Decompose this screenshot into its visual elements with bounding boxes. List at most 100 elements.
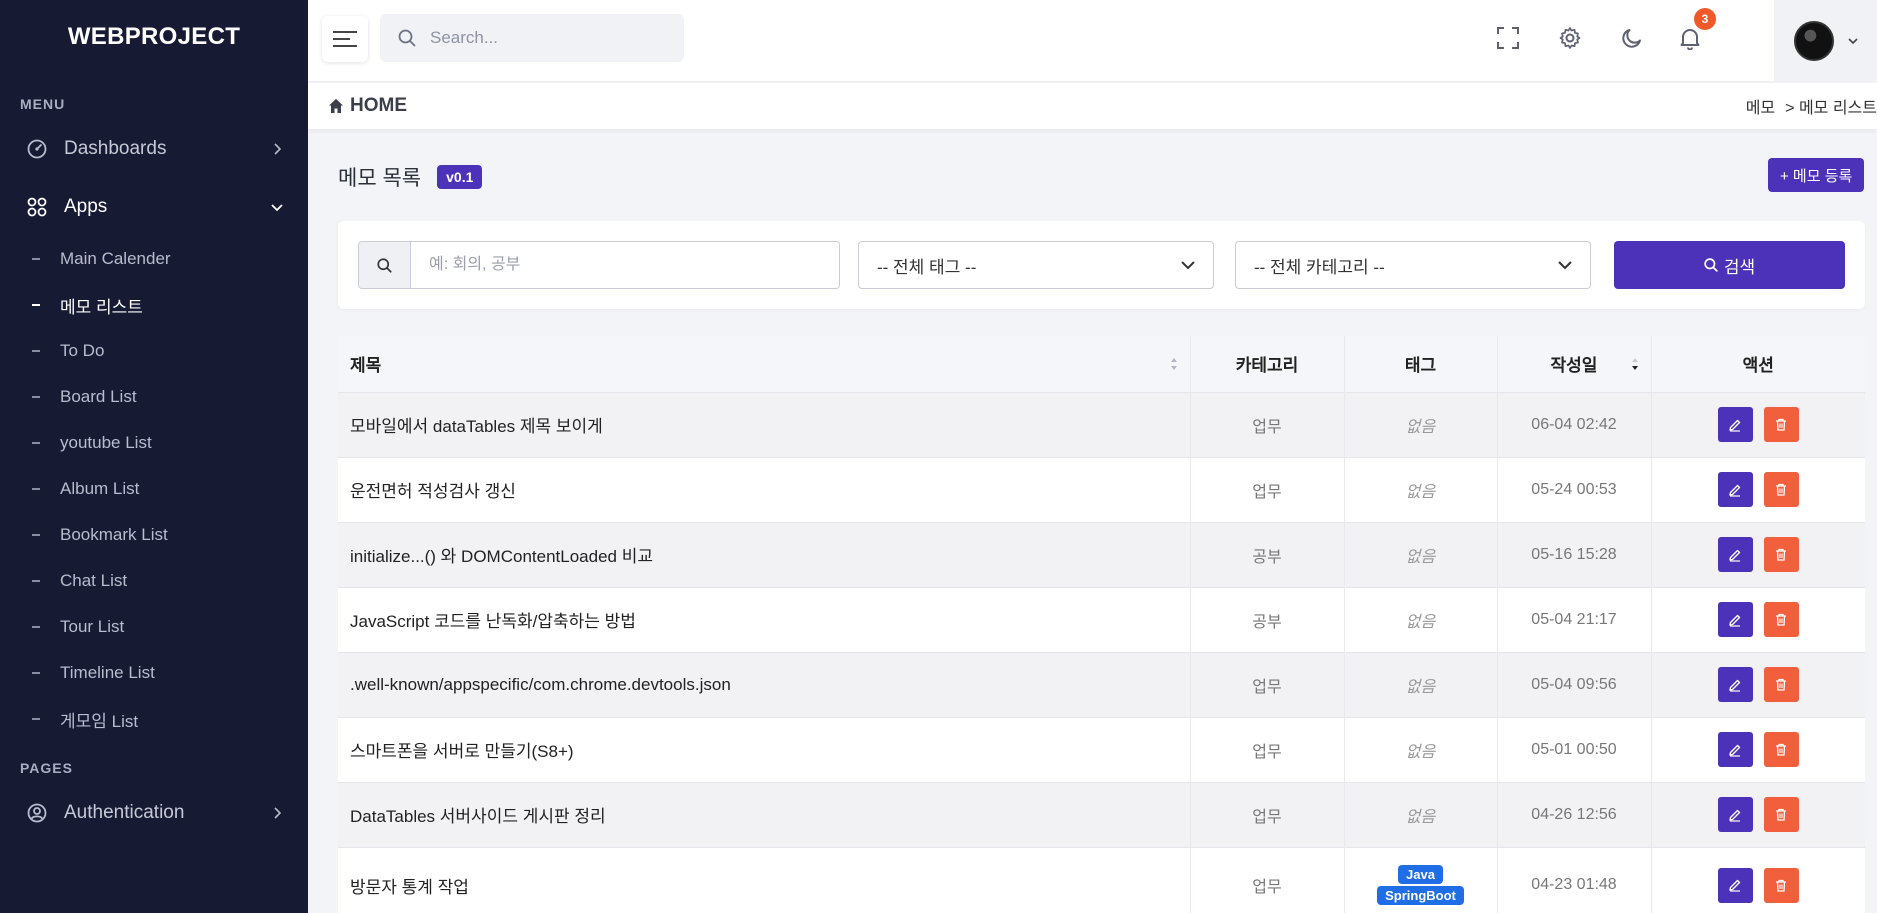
table-row[interactable]: 운전면허 적성검사 갱신 업무 없음 05-24 00:53 (338, 456, 1865, 522)
cell-category: 업무 (1190, 391, 1345, 457)
sidebar-subitem-bookmark-list[interactable]: Bookmark List (0, 512, 308, 558)
edit-button[interactable] (1717, 732, 1753, 767)
chevron-down-icon (1847, 38, 1858, 45)
tag-select[interactable]: -- 전체 태그 -- (858, 241, 1214, 289)
cell-tag: 없음 (1344, 781, 1498, 847)
header-search-input[interactable] (430, 28, 670, 48)
table-row[interactable]: JavaScript 코드를 난독화/압축하는 방법 공부 없음 05-04 21:1… (338, 586, 1865, 652)
delete-button[interactable] (1763, 537, 1799, 572)
keyword-search-group (358, 241, 840, 289)
cell-tag: 없음 (1344, 456, 1498, 522)
column-header-title[interactable]: 제목 (338, 336, 1191, 392)
sidebar-subitem-memo-list[interactable]: 메모 리스트 (0, 282, 308, 328)
cell-tag: 없음 (1344, 586, 1498, 652)
sidebar-subitem-label: Tour List (60, 617, 125, 636)
edit-button[interactable] (1717, 867, 1753, 903)
dashboard-gauge-icon (26, 138, 48, 160)
column-header-label: 액션 (1742, 356, 1774, 376)
sidebar-subitem-tour-list[interactable]: Tour List (0, 604, 308, 650)
table-row[interactable]: .well-known/appspecific/com.chrome.devto… (338, 651, 1865, 717)
notification-count-badge: 3 (1694, 8, 1716, 30)
table-row[interactable]: 모바일에서 dataTables 제목 보이게 업무 없음 06-04 02:42 (338, 391, 1865, 457)
pencil-icon (1718, 667, 1753, 702)
sidebar-subitem-youtube-list[interactable]: youtube List (0, 420, 308, 466)
home-link[interactable]: HOME (328, 95, 407, 117)
brand-logo[interactable]: WEBPROJECT (0, 0, 308, 74)
delete-button[interactable] (1763, 472, 1799, 507)
chevron-right-icon (270, 142, 284, 156)
table-row[interactable]: DataTables 서버사이드 게시판 정리 업무 없음 04-26 12:56 (338, 781, 1865, 847)
profile-menu[interactable] (1774, 0, 1877, 82)
sidebar-item-apps[interactable]: Apps (0, 178, 308, 236)
cell-date: 05-04 21:17 (1497, 586, 1652, 652)
cell-title[interactable]: 방문자 통계 작업 (338, 846, 1191, 913)
sidebar-subitem-group-list[interactable]: 게모임 List (0, 696, 308, 742)
dash-icon (32, 626, 40, 628)
cell-title[interactable]: 운전면허 적성검사 갱신 (338, 456, 1191, 522)
main-content: 메모 목록 v0.1 + 메모 등록 -- 전체 태그 -- -- 전체 카테고… (308, 129, 1877, 913)
tag-badge[interactable]: SpringBoot (1377, 886, 1464, 906)
fullscreen-button[interactable] (1488, 18, 1528, 58)
sidebar-subitem-todo[interactable]: To Do (0, 328, 308, 374)
delete-button[interactable] (1763, 797, 1799, 832)
sidebar-subitem-label: 메모 리스트 (60, 297, 143, 317)
sidebar-subitem-label: Album List (60, 479, 140, 498)
sidebar-subitem-timeline-list[interactable]: Timeline List (0, 650, 308, 696)
dash-icon (32, 718, 40, 720)
cell-actions (1651, 391, 1865, 457)
edit-button[interactable] (1717, 472, 1753, 507)
sidebar-subitem-album-list[interactable]: Album List (0, 466, 308, 512)
sidebar-item-dashboards[interactable]: Dashboards (0, 120, 308, 178)
dash-icon (32, 488, 40, 490)
edit-button[interactable] (1717, 667, 1753, 702)
cell-title[interactable]: DataTables 서버사이드 게시판 정리 (338, 781, 1191, 847)
chevron-down-icon (270, 200, 284, 214)
delete-button[interactable] (1763, 732, 1799, 767)
cell-title[interactable]: 모바일에서 dataTables 제목 보이게 (338, 391, 1191, 457)
sidebar-item-authentication[interactable]: Authentication (0, 784, 308, 842)
cell-actions (1651, 521, 1865, 587)
cell-title[interactable]: .well-known/appspecific/com.chrome.devto… (338, 651, 1191, 717)
sidebar-subitem-label: To Do (60, 341, 105, 360)
cell-tag: Java SpringBoot (1344, 846, 1498, 913)
settings-button[interactable] (1550, 18, 1590, 58)
dash-icon (32, 534, 40, 536)
breadcrumb-item-memo[interactable]: 메모 (1746, 94, 1775, 118)
memo-table: 제목 카테고리 태그 작성일 액션 모바일에서 dataTables 제목 보이… (338, 336, 1865, 913)
sidebar-subitem-label: Main Calender (60, 249, 171, 268)
column-header-label: 카테고리 (1235, 356, 1299, 376)
edit-button[interactable] (1717, 797, 1753, 832)
delete-button[interactable] (1763, 867, 1799, 903)
add-memo-button[interactable]: + 메모 등록 (1768, 158, 1865, 192)
category-select[interactable]: -- 전체 카테고리 -- (1235, 241, 1591, 289)
header-search[interactable] (380, 14, 684, 62)
sidebar-subitem-board-list[interactable]: Board List (0, 374, 308, 420)
edit-button[interactable] (1717, 537, 1753, 572)
delete-button[interactable] (1763, 667, 1799, 702)
page-title-group: 메모 목록 v0.1 (338, 162, 483, 192)
table-row[interactable]: initialize...() 와 DOMContentLoaded 비교 공부 없… (338, 521, 1865, 587)
hamburger-menu-button[interactable] (322, 16, 368, 62)
dark-mode-toggle[interactable] (1612, 18, 1652, 58)
cell-title[interactable]: JavaScript 코드를 난독화/압축하는 방법 (338, 586, 1191, 652)
search-button[interactable]: 검색 (1614, 241, 1845, 289)
sidebar-subitem-main-calender[interactable]: Main Calender (0, 236, 308, 282)
delete-button[interactable] (1763, 602, 1799, 637)
cell-category: 공부 (1190, 521, 1345, 587)
sidebar-subitem-chat-list[interactable]: Chat List (0, 558, 308, 604)
search-icon (398, 29, 416, 47)
breadcrumb-item-memo-list: > 메모 리스트 (1785, 100, 1877, 117)
sidebar-subitem-label: Timeline List (60, 663, 155, 682)
keyword-input[interactable] (411, 242, 839, 288)
table-row[interactable]: 방문자 통계 작업 업무 Java SpringBoot 04-23 01:48 (338, 846, 1865, 913)
moon-icon (1622, 29, 1641, 48)
delete-button[interactable] (1763, 407, 1799, 442)
table-row[interactable]: 스마트폰을 서버로 만들기(S8+) 업무 없음 05-01 00:50 (338, 716, 1865, 782)
cell-title[interactable]: initialize...() 와 DOMContentLoaded 비교 (338, 521, 1191, 587)
cell-title[interactable]: 스마트폰을 서버로 만들기(S8+) (338, 716, 1191, 782)
tag-badge[interactable]: Java (1398, 865, 1443, 885)
notifications-button[interactable]: 3 (1670, 8, 1716, 58)
column-header-date[interactable]: 작성일 (1497, 336, 1652, 392)
edit-button[interactable] (1717, 602, 1753, 637)
edit-button[interactable] (1717, 407, 1753, 442)
